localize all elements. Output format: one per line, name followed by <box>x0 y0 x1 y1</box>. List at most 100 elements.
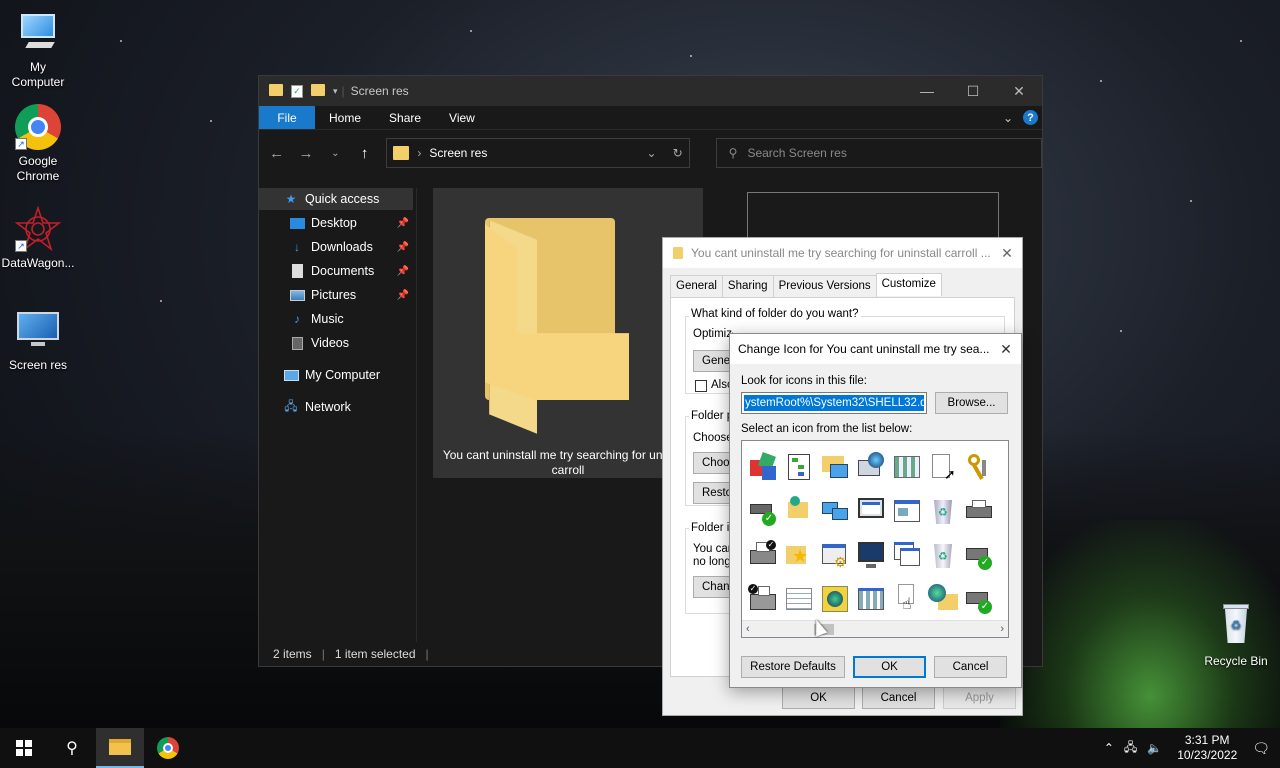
change-icon-button[interactable]: Change Icon... <box>693 576 733 598</box>
close-icon[interactable]: ✕ <box>992 245 1022 262</box>
icon-option[interactable] <box>997 533 1008 577</box>
icon-option[interactable]: ★ <box>781 533 817 577</box>
sidebar-item-my-computer[interactable]: My Computer <box>259 364 413 386</box>
icon-option[interactable] <box>781 445 817 489</box>
tab-sharing[interactable]: Sharing <box>721 275 774 298</box>
icon-option[interactable] <box>853 533 889 577</box>
ok-button[interactable]: OK <box>853 656 926 678</box>
icon-option[interactable] <box>853 445 889 489</box>
scroll-left-icon[interactable]: ‹ <box>746 623 750 635</box>
sidebar-item-pictures[interactable]: Pictures 📌 <box>259 284 413 306</box>
refresh-icon[interactable]: ↻ <box>673 146 683 160</box>
tab-share[interactable]: Share <box>375 106 435 129</box>
volume-icon[interactable]: 🔈 <box>1147 741 1162 755</box>
desktop-icon-recycle-bin[interactable]: ♻ Recycle Bin <box>1198 604 1274 669</box>
tab-file[interactable]: File <box>259 106 315 129</box>
apply-button[interactable]: Apply <box>943 687 1016 709</box>
sidebar-item-documents[interactable]: Documents 📌 <box>259 260 413 282</box>
chevron-up-icon[interactable]: ⌃ <box>1104 741 1114 755</box>
icon-option[interactable] <box>961 489 997 533</box>
network-icon[interactable]: 🖧 <box>1124 738 1137 759</box>
cancel-button[interactable]: Cancel <box>934 656 1007 678</box>
icon-option[interactable]: ✓ <box>745 577 781 621</box>
help-icon[interactable]: ? <box>1023 110 1038 125</box>
back-arrow-icon[interactable]: ← <box>269 145 284 162</box>
tab-general[interactable]: General <box>670 275 723 298</box>
optimize-select[interactable]: General items <box>693 350 733 372</box>
minimize-button[interactable]: — <box>904 76 950 106</box>
change-icon-dialog[interactable]: Change Icon for You cant uninstall me tr… <box>729 333 1022 688</box>
forward-arrow-icon[interactable]: → <box>298 145 313 162</box>
sidebar-item-desktop[interactable]: Desktop 📌 <box>259 212 413 234</box>
icon-option[interactable] <box>961 445 997 489</box>
new-folder-quick-icon[interactable] <box>311 84 325 98</box>
tab-home[interactable]: Home <box>315 106 375 129</box>
close-button[interactable]: ✕ <box>996 76 1042 106</box>
taskbar-file-explorer[interactable] <box>96 728 144 768</box>
notifications-icon[interactable]: 🗨 <box>1252 740 1270 757</box>
icon-option[interactable] <box>925 577 961 621</box>
explorer-titlebar[interactable]: ✓ ▾ | Screen res — ☐ ✕ <box>259 76 1042 106</box>
up-arrow-icon[interactable]: ↑ <box>357 145 372 162</box>
icon-option[interactable]: ✓ <box>961 533 997 577</box>
icon-file-input[interactable]: ystemRoot%\System32\SHELL32.dll <box>741 392 927 414</box>
icon-option[interactable] <box>889 445 925 489</box>
tab-customize[interactable]: Customize <box>875 273 942 296</box>
properties-titlebar[interactable]: You cant uninstall me try searching for … <box>663 238 1022 268</box>
search-button[interactable]: ⚲ <box>48 728 96 768</box>
sidebar-item-videos[interactable]: Videos <box>259 332 413 354</box>
icon-option[interactable] <box>781 577 817 621</box>
icon-option[interactable]: ♻ <box>925 533 961 577</box>
icon-option[interactable] <box>889 533 925 577</box>
icon-option[interactable]: ➚ <box>925 445 961 489</box>
icon-option[interactable] <box>997 577 1008 621</box>
quick-access-dropdown-icon[interactable]: ▾ <box>333 86 338 97</box>
horizontal-scrollbar[interactable]: ‹ › <box>742 620 1008 637</box>
address-dropdown-icon[interactable]: ⌄ <box>647 146 657 160</box>
desktop-icon-my-computer[interactable]: My Computer <box>0 10 76 90</box>
icon-option[interactable]: ✓ <box>745 533 781 577</box>
icon-list[interactable]: ➚ ✓ ♻ ✓ ★ ⚙ ♻ ✓ ✓ ☝ ✓ ‹ › <box>741 440 1009 638</box>
sidebar-item-network[interactable]: 🖧 Network <box>259 396 413 418</box>
recent-locations-icon[interactable]: ⌄ <box>328 148 343 159</box>
restore-default-button[interactable]: Restore Default <box>693 482 733 504</box>
start-button[interactable] <box>0 728 48 768</box>
sidebar-item-downloads[interactable]: ↓ Downloads 📌 <box>259 236 413 258</box>
sidebar-item-quick-access[interactable]: ★ Quick access <box>259 188 413 210</box>
icon-option[interactable] <box>997 445 1008 489</box>
also-apply-checkbox[interactable] <box>695 380 707 392</box>
clock[interactable]: 3:31 PM 10/23/2022 <box>1172 733 1242 763</box>
change-icon-titlebar[interactable]: Change Icon for You cant uninstall me tr… <box>730 334 1021 364</box>
tab-view[interactable]: View <box>435 106 489 129</box>
icon-option[interactable]: ✓ <box>961 577 997 621</box>
icon-option[interactable]: ☝ <box>889 577 925 621</box>
icon-option[interactable] <box>889 489 925 533</box>
search-input[interactable]: Search Screen res <box>747 146 846 160</box>
pin-icon[interactable]: 📌 <box>397 242 409 253</box>
icon-option[interactable] <box>997 489 1008 533</box>
restore-defaults-button[interactable]: Restore Defaults <box>741 656 845 678</box>
icon-option[interactable]: ✓ <box>745 489 781 533</box>
properties-quick-icon[interactable]: ✓ <box>291 84 303 98</box>
icon-option[interactable] <box>781 489 817 533</box>
icon-option[interactable] <box>745 445 781 489</box>
ok-button[interactable]: OK <box>782 687 855 709</box>
desktop-icon-google-chrome[interactable]: ↗ Google Chrome <box>0 104 76 184</box>
icon-option[interactable] <box>817 577 853 621</box>
cancel-button[interactable]: Cancel <box>862 687 935 709</box>
icon-option[interactable] <box>817 489 853 533</box>
pin-icon[interactable]: 📌 <box>397 266 409 277</box>
browse-button[interactable]: Browse... <box>935 392 1008 414</box>
icon-option[interactable]: ♻ <box>925 489 961 533</box>
close-icon[interactable]: ✕ <box>991 341 1021 358</box>
tab-previous-versions[interactable]: Previous Versions <box>772 275 877 298</box>
desktop-icon-datawagon[interactable]: ↗ DataWagon... <box>0 205 76 271</box>
pin-icon[interactable]: 📌 <box>397 290 409 301</box>
choose-file-button[interactable]: Choose File... <box>693 452 733 474</box>
icon-option[interactable]: ⚙ <box>817 533 853 577</box>
icon-option[interactable] <box>853 489 889 533</box>
scroll-right-icon[interactable]: › <box>1000 623 1004 635</box>
icon-option[interactable] <box>853 577 889 621</box>
sidebar-item-music[interactable]: ♪ Music <box>259 308 413 330</box>
taskbar-chrome[interactable] <box>144 728 192 768</box>
